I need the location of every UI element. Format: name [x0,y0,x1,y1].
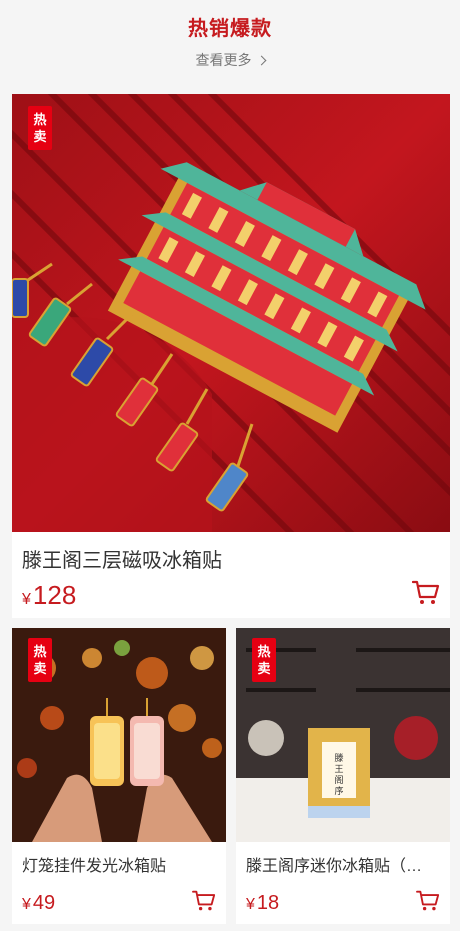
currency-symbol: ¥ [22,896,31,913]
product-name[interactable]: 滕王阁序迷你冰箱贴（… [246,852,436,876]
cart-icon[interactable] [192,890,216,917]
currency-symbol: ¥ [22,591,31,608]
product-card[interactable]: 滕王阁序 热 卖 滕王阁序迷你冰箱贴（… ¥ 18 [236,628,450,924]
product-image [12,94,450,532]
hot-sale-badge: 热 卖 [28,638,52,682]
product-card[interactable]: 热 卖 灯笼挂件发光冰箱贴 ¥ 49 [12,628,226,924]
cart-icon[interactable] [416,890,440,917]
product-price: ¥ 128 [22,580,76,611]
view-more-label: 查看更多 [195,52,252,68]
currency-symbol: ¥ [246,896,255,913]
hot-sale-badge: 热 卖 [28,106,52,150]
hot-sale-badge: 热 卖 [252,638,276,682]
product-price: ¥ 18 [246,892,279,915]
chevron-right-icon [256,55,266,66]
cart-icon[interactable] [411,580,440,611]
product-name[interactable]: 灯笼挂件发光冰箱贴 [22,852,212,876]
section-title: 热销爆款 [188,18,272,40]
view-more-link[interactable]: 查看更多 [0,50,460,70]
price-value: 49 [32,892,56,914]
section-header: 热销爆款 查看更多 [0,0,460,80]
product-name[interactable]: 滕王阁三层磁吸冰箱贴 [22,544,432,573]
price-value: 18 [256,892,280,914]
box-label-top: 滕王阁序 [334,752,343,797]
product-card[interactable]: 热 卖 滕王阁三层磁吸冰箱贴 ¥ 128 [12,94,450,618]
price-value: 128 [32,580,77,610]
product-price: ¥ 49 [22,892,55,915]
